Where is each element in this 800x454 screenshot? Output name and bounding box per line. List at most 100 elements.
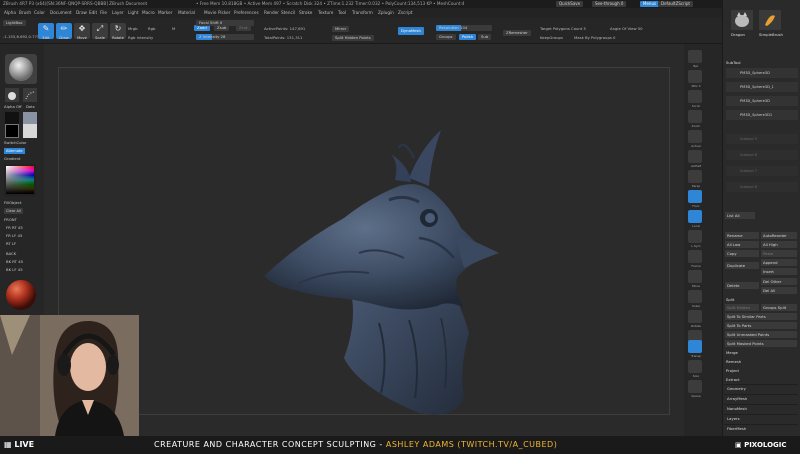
move-view-button[interactable] <box>688 270 702 283</box>
edit-button[interactable]: ✎ Edit <box>38 23 54 40</box>
transp-button[interactable] <box>688 340 702 353</box>
menu-item[interactable]: Marker <box>158 8 172 18</box>
scale-view-button[interactable] <box>688 290 702 303</box>
list-all-button[interactable]: List All <box>725 212 755 219</box>
rotate-view-button[interactable] <box>688 310 702 323</box>
duplicate-button[interactable]: Duplicate <box>725 262 759 269</box>
tool-thumbnail-2[interactable] <box>759 10 781 30</box>
menu-item[interactable]: Layer <box>112 8 124 18</box>
merge-section[interactable]: Merge <box>726 350 738 355</box>
rename-button[interactable]: Rename <box>725 232 759 239</box>
menu-item[interactable]: Tool <box>338 8 346 18</box>
material-sphere[interactable] <box>4 278 38 312</box>
brush-thumbnail[interactable] <box>5 54 37 84</box>
project-section[interactable]: Project <box>726 368 739 373</box>
view-rt-lf[interactable]: RT LF <box>6 241 16 246</box>
spix-button[interactable] <box>688 70 702 83</box>
rgb-intensity-slider[interactable]: Rgb Intensity <box>128 35 153 40</box>
clear-all-button[interactable]: Clear All <box>4 208 23 214</box>
menu-item[interactable]: Color <box>34 8 45 18</box>
see-through-slider[interactable]: See-through 0 <box>592 1 627 7</box>
groups-split-button[interactable]: Groups Split <box>761 304 797 311</box>
sub-toggle[interactable]: Sub <box>478 34 492 40</box>
mirror-button[interactable]: Mirror <box>332 26 350 32</box>
resolution-slider[interactable]: Resolution 104 <box>436 25 492 31</box>
tool-thumbnail-1[interactable] <box>731 10 753 30</box>
all-low-button[interactable]: All Low <box>725 241 759 248</box>
mrgb-toggle[interactable]: Mrgb <box>128 26 138 31</box>
subtool-item[interactable]: Subtool 5 <box>726 134 798 144</box>
menu-item[interactable]: Material <box>178 8 195 18</box>
del-other-button[interactable]: Del Other <box>761 278 797 285</box>
zremesher-button[interactable]: ZRemesher <box>503 30 531 36</box>
alternate-toggle[interactable]: Alternate <box>4 148 25 154</box>
aahalf-button[interactable] <box>688 150 702 163</box>
menus-toggle[interactable]: Menus <box>640 1 660 7</box>
m-toggle[interactable]: M <box>172 26 175 31</box>
actual-button[interactable] <box>688 130 702 143</box>
split-hidden-button[interactable]: Split Hidden Points <box>332 35 374 41</box>
front-view-button[interactable]: FRONT <box>4 217 17 222</box>
del-all-button[interactable]: Del All <box>761 287 797 294</box>
subtool-item[interactable]: PM3D_Sphere3D_1 <box>726 82 798 92</box>
menu-item[interactable]: Transform <box>352 8 373 18</box>
gradient-toggle[interactable]: Gradient <box>4 156 21 161</box>
menu-item[interactable]: Texture <box>318 8 333 18</box>
nanomesh-section[interactable]: NanoMesh <box>724 404 798 412</box>
groups-toggle[interactable]: Groups <box>436 34 456 40</box>
subtool-item[interactable]: PM3D_Sphere3D <box>726 96 798 106</box>
alpha-thumbnail[interactable] <box>23 88 37 102</box>
rotate-button[interactable]: ↻ Rotate <box>110 23 126 40</box>
move-button[interactable]: ✥ Move <box>74 23 90 40</box>
floor-button[interactable] <box>688 190 702 203</box>
dynamesh-button[interactable]: DynaMesh <box>398 27 424 35</box>
menu-item[interactable]: Movie <box>204 8 216 18</box>
local-button[interactable] <box>688 210 702 223</box>
copy-button[interactable]: Copy <box>725 250 759 257</box>
autoreorder-button[interactable]: AutoReorder <box>761 232 797 239</box>
switch-color-button[interactable]: SwitchColor <box>4 140 26 145</box>
lightbox-button[interactable]: LightBox <box>3 20 26 26</box>
remesh-section[interactable]: Remesh <box>726 359 741 364</box>
split-section-title[interactable]: Split <box>726 297 734 302</box>
keepgroups-toggle[interactable]: KeepGroups <box>540 35 563 40</box>
view-fr-rt-45[interactable]: FR RT 45 <box>6 225 23 230</box>
view-fr-lf-45[interactable]: FR LF 45 <box>6 233 22 238</box>
menu-item[interactable]: Stroke <box>299 8 312 18</box>
view-back[interactable]: BACK <box>6 251 16 256</box>
target-polygons-slider[interactable]: Target Polygons Count 5 <box>540 26 586 31</box>
polish-toggle[interactable]: Polish <box>459 34 476 40</box>
layers-section[interactable]: Layers <box>724 414 798 422</box>
geometry-section[interactable]: Geometry <box>724 384 798 392</box>
solo-button[interactable] <box>688 360 702 373</box>
view-bk-lf-45[interactable]: BK LF 45 <box>6 267 23 272</box>
menu-item[interactable]: Light <box>128 8 138 18</box>
xpose-button[interactable] <box>688 380 702 393</box>
z-intensity-slider[interactable]: Z Intensity 28 <box>196 34 254 40</box>
split-masked-button[interactable]: Split Masked Points <box>725 340 797 347</box>
extract-section[interactable]: Extract <box>726 377 740 382</box>
split-similar-button[interactable]: Split To Similar Parts <box>725 313 797 320</box>
subtool-item[interactable]: PM3D_Sphere3D1 <box>726 110 798 120</box>
angle-of-view-slider[interactable]: Angle Of View 50 <box>610 26 643 31</box>
subtool-title[interactable]: SubTool <box>726 60 741 65</box>
split-hidden-subtool-button[interactable]: Split Hidden <box>725 304 759 311</box>
delete-button[interactable]: Delete <box>725 282 759 289</box>
zoom-button[interactable] <box>688 110 702 123</box>
frame-button[interactable] <box>688 250 702 263</box>
menu-item[interactable]: Stencil <box>281 8 295 18</box>
rgb-toggle[interactable]: Rgb <box>148 26 155 31</box>
insert-button[interactable]: Insert <box>761 268 797 275</box>
subtool-item[interactable]: Subtool 6 <box>726 150 798 160</box>
fibermesh-section[interactable]: FiberMesh <box>724 424 798 432</box>
all-high-button[interactable]: All High <box>761 241 797 248</box>
draw-button[interactable]: ✏ Draw <box>56 23 72 40</box>
stroke-thumbnail[interactable] <box>5 88 19 102</box>
append-button[interactable]: Append <box>761 259 797 266</box>
paste-button[interactable]: Paste <box>761 250 797 257</box>
color-picker[interactable] <box>4 164 36 196</box>
menu-item[interactable]: Alpha <box>4 8 16 18</box>
menu-item[interactable]: Document <box>50 8 72 18</box>
persp-button[interactable] <box>688 170 702 183</box>
subtool-item[interactable]: PM3D_Sphere3D <box>726 68 798 78</box>
